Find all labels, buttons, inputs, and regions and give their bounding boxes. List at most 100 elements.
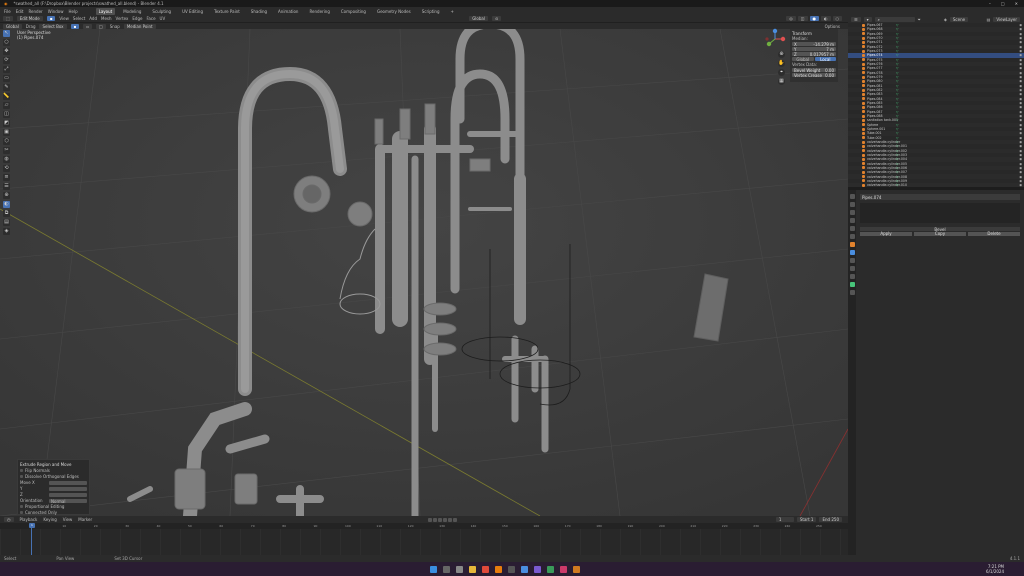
tab-sculpting[interactable]: Sculpting (149, 8, 174, 15)
mode-select[interactable]: Edit Mode (16, 16, 43, 21)
apply-button[interactable]: Apply (860, 232, 912, 236)
menu-playback[interactable]: Playback (20, 517, 38, 522)
loop-cut-tool-icon[interactable]: ⬡ (3, 138, 10, 145)
dissolve-edges-checkbox[interactable]: Dissolve Orthogonal Edges (20, 474, 87, 479)
poly-build-tool-icon[interactable]: ◍ (3, 156, 10, 163)
median-z-field[interactable]: Z 0.017957 m (792, 52, 836, 57)
tab-rendering[interactable]: Rendering (306, 8, 332, 15)
tab-compositing[interactable]: Compositing (338, 8, 369, 15)
search-icon[interactable] (443, 565, 450, 573)
tab-uv-editing[interactable]: UV Editing (179, 8, 206, 15)
tab-layout[interactable]: Layout (95, 7, 116, 15)
vertex-crease-field[interactable]: Vertex Crease 0.00 (792, 73, 836, 78)
browser-icon[interactable] (482, 565, 489, 573)
outliner-editor-icon[interactable]: ☰ (851, 16, 861, 22)
menu-view[interactable]: View (59, 16, 69, 21)
physics-tab-icon[interactable] (849, 266, 855, 271)
world-tab-icon[interactable] (849, 234, 855, 239)
move-x-field[interactable]: Move X (20, 480, 87, 485)
menu-mesh[interactable]: Mesh (101, 16, 112, 21)
app-icon-6[interactable] (573, 565, 580, 573)
blender-task-icon[interactable] (495, 565, 502, 573)
menu-file[interactable]: File (4, 9, 11, 14)
menu-keying[interactable]: Keying (43, 517, 56, 522)
add-workspace-button[interactable]: + (448, 8, 457, 15)
global-toggle[interactable]: Global (792, 57, 814, 62)
rendered-shading-icon[interactable]: ○ (832, 16, 842, 21)
scene-tab-icon[interactable] (849, 226, 855, 231)
overlay-icon[interactable]: ◎ (786, 16, 796, 21)
filter-icon[interactable]: ⏷ (918, 17, 921, 22)
modifier-tab-icon[interactable] (849, 250, 855, 255)
copy-button[interactable]: Copy (914, 232, 966, 236)
select-mode-face[interactable]: □ (95, 23, 106, 29)
material-shading-icon[interactable]: ◐ (821, 16, 831, 21)
knife-tool-icon[interactable]: ✂ (3, 147, 10, 154)
next-key-icon[interactable] (448, 517, 453, 522)
push-pull-tool-icon[interactable]: ◈ (3, 228, 10, 235)
app-icon-1[interactable] (508, 565, 515, 573)
menu-render[interactable]: Render (28, 9, 42, 14)
menu-vertex[interactable]: Vertex (116, 16, 129, 21)
output-tab-icon[interactable] (849, 210, 855, 215)
shear-tool-icon[interactable]: ◐ (3, 201, 10, 208)
jump-end-icon[interactable] (453, 517, 458, 522)
menu-add[interactable]: Add (89, 16, 97, 21)
menu-marker[interactable]: Marker (78, 517, 92, 522)
app-icon-4[interactable] (547, 565, 554, 573)
system-clock[interactable]: 7:21 PM 6/1/2024 (986, 564, 1024, 574)
play-icon[interactable] (443, 517, 448, 522)
connected-only-checkbox[interactable]: Connected Only (20, 510, 87, 515)
tool-tab-icon[interactable] (849, 194, 855, 199)
tab-texture-paint[interactable]: Texture Paint (211, 8, 243, 15)
spin-tool-icon[interactable]: ⟲ (3, 165, 10, 172)
bevel-weight-field[interactable]: Bevel Weight 0.00 (792, 68, 836, 73)
move-tool-icon[interactable]: ✥ (3, 48, 10, 55)
transform-orientation-select[interactable]: Global (469, 16, 488, 21)
pan-hand-icon[interactable]: ✋ (778, 60, 785, 67)
menu-help[interactable]: Help (68, 9, 77, 14)
view-layer-tab-icon[interactable] (849, 218, 855, 223)
material-tab-icon[interactable] (849, 290, 855, 295)
menu-uv[interactable]: UV (160, 16, 166, 21)
menu-timeline-view[interactable]: View (63, 517, 73, 522)
view-layer-select[interactable]: ViewLayer (993, 16, 1020, 22)
menu-face[interactable]: Face (146, 16, 155, 21)
render-tab-icon[interactable] (849, 202, 855, 207)
delete-button[interactable]: Delete (968, 232, 1020, 236)
play-reverse-icon[interactable] (438, 517, 443, 522)
measure-tool-icon[interactable]: 📏 (3, 93, 10, 100)
drag-select[interactable]: Select Box (39, 23, 67, 29)
close-button[interactable]: ✕ (1015, 1, 1018, 6)
annotate-tool-icon[interactable]: ✎ (3, 84, 10, 91)
options-dropdown[interactable]: Options (825, 24, 848, 29)
to-sphere-tool-icon[interactable]: ▤ (3, 219, 10, 226)
object-tab-icon[interactable] (849, 242, 855, 247)
jump-start-icon[interactable] (428, 517, 433, 522)
playhead-frame-label[interactable]: 1 (29, 523, 35, 528)
app-icon-2[interactable] (521, 565, 528, 573)
end-frame-field[interactable]: End 250 (819, 517, 842, 522)
prev-key-icon[interactable] (433, 517, 438, 522)
tab-shading[interactable]: Shading (248, 8, 270, 15)
menu-window[interactable]: Window (48, 9, 64, 14)
task-view-icon[interactable] (456, 565, 463, 573)
shrink-fatten-tool-icon[interactable]: ⊕ (3, 192, 10, 199)
modifier-icon[interactable]: ▽ (896, 183, 898, 187)
minimize-button[interactable]: – (989, 1, 991, 6)
constraints-tab-icon[interactable] (849, 274, 855, 279)
select-mode-vertex[interactable]: ▪ (70, 23, 80, 29)
vertex-select-icon[interactable]: ▪ (46, 16, 56, 21)
object-name-field[interactable]: Pipes.074 (860, 194, 1020, 200)
app-icon-3[interactable] (534, 565, 541, 573)
solid-shading-icon[interactable]: ● (809, 16, 819, 21)
tab-scripting[interactable]: Scripting (419, 8, 443, 15)
outliner-search-input[interactable]: ⌕ (874, 16, 915, 22)
tab-geometry-nodes[interactable]: Geometry Nodes (374, 8, 414, 15)
snap-label[interactable]: Snap (110, 24, 120, 29)
select-box-tool-icon[interactable]: ↖ (3, 30, 10, 37)
pivot-select[interactable]: Median Point (123, 23, 156, 29)
cursor-tool-icon[interactable]: ○ (3, 39, 10, 46)
particles-tab-icon[interactable] (849, 258, 855, 263)
zoom-icon[interactable]: ⊕ (778, 51, 785, 58)
